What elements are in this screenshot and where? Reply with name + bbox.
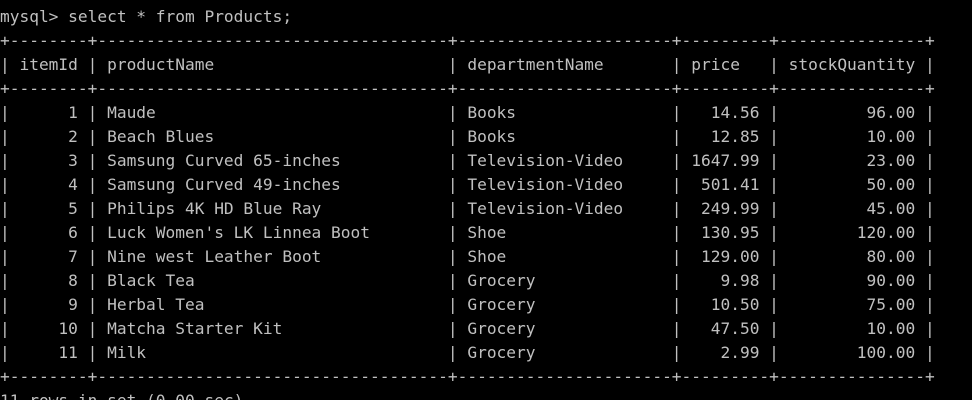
table-header-row: | itemId | productName | departmentName … <box>0 55 935 74</box>
table-row: | 10 | Matcha Starter Kit | Grocery | 47… <box>0 319 935 338</box>
table-row: | 11 | Milk | Grocery | 2.99 | 100.00 | <box>0 343 935 362</box>
table-row: | 3 | Samsung Curved 65-inches | Televis… <box>0 151 935 170</box>
table-row: | 2 | Beach Blues | Books | 12.85 | 10.0… <box>0 127 935 146</box>
table-row: | 7 | Nine west Leather Boot | Shoe | 12… <box>0 247 935 266</box>
table-row: | 1 | Maude | Books | 14.56 | 96.00 | <box>0 103 935 122</box>
terminal-window: mysql> select * from Products; +--------+… <box>0 0 972 400</box>
command-line: mysql> select * from Products; <box>0 7 293 26</box>
table-border: +--------+------------------------------… <box>0 367 935 386</box>
table-row: | 5 | Philips 4K HD Blue Ray | Televisio… <box>0 199 935 218</box>
table-border: +--------+------------------------------… <box>0 31 935 50</box>
table-row: | 8 | Black Tea | Grocery | 9.98 | 90.00… <box>0 271 935 290</box>
table-border: +--------+------------------------------… <box>0 79 935 98</box>
table-row: | 9 | Herbal Tea | Grocery | 10.50 | 75.… <box>0 295 935 314</box>
result-footer: 11 rows in set (0.00 sec) <box>0 389 972 400</box>
table-row: | 4 | Samsung Curved 49-inches | Televis… <box>0 175 935 194</box>
table-row: | 6 | Luck Women's LK Linnea Boot | Shoe… <box>0 223 935 242</box>
